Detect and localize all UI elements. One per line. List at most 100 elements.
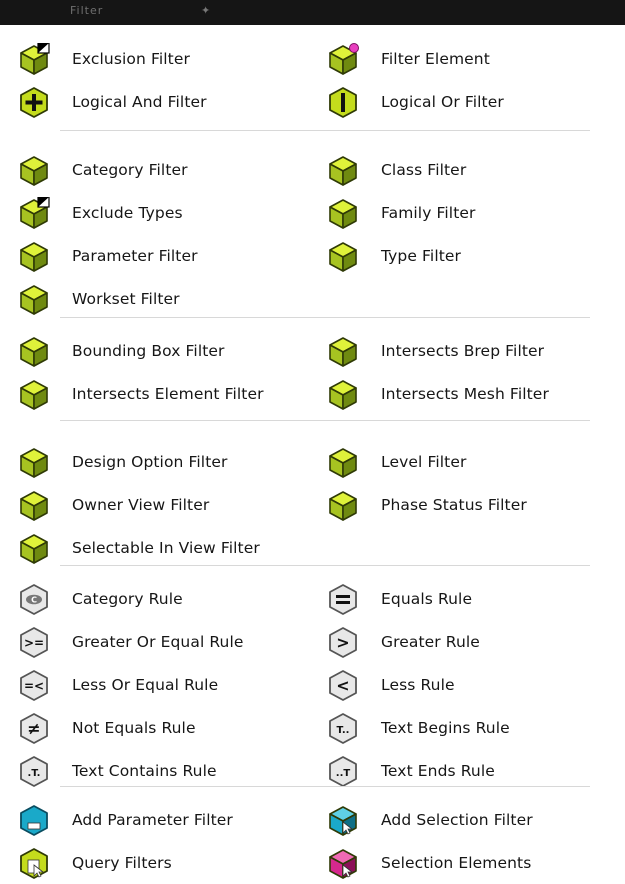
cube-icon (326, 154, 360, 186)
component-label: Workset Filter (72, 290, 180, 308)
component-label: Class Filter (381, 161, 467, 179)
component-label: Owner View Filter (72, 496, 210, 514)
component-query-filters[interactable]: Query Filters (17, 846, 317, 880)
component-filter-element[interactable]: Filter Element (326, 42, 625, 76)
component-label: Category Filter (72, 161, 188, 179)
component-label: Query Filters (72, 854, 172, 872)
component-parameter-filter[interactable]: Parameter Filter (17, 239, 317, 273)
component-add-parameter-filter[interactable]: Add Parameter Filter (17, 803, 317, 837)
svg-text:>: > (336, 633, 349, 652)
component-less-or-equal-rule[interactable]: =< Less Or Equal Rule (17, 668, 317, 702)
svg-text:T..: T.. (337, 725, 350, 736)
text-ends-hex-icon: ..T (326, 755, 360, 787)
not-equal-hex-icon: ≠ (17, 712, 51, 744)
component-label: Exclusion Filter (72, 50, 190, 68)
plus-hex-icon (17, 86, 51, 118)
component-logical-and-filter[interactable]: Logical And Filter (17, 85, 317, 119)
component-bounding-box-filter[interactable]: Bounding Box Filter (17, 334, 317, 368)
component-label: Selection Elements (381, 854, 532, 872)
component-label: Parameter Filter (72, 247, 198, 265)
cube-icon (17, 446, 51, 478)
component-label: Phase Status Filter (381, 496, 527, 514)
component-label: Intersects Brep Filter (381, 342, 545, 360)
greater-equal-hex-icon: >= (17, 626, 51, 658)
cyan-hex-parameter-icon (17, 804, 51, 836)
cube-icon (326, 240, 360, 272)
component-label: Design Option Filter (72, 453, 228, 471)
group-separator (60, 565, 590, 566)
component-label: Filter Element (381, 50, 490, 68)
component-label: Logical And Filter (72, 93, 207, 111)
svg-text:.T.: .T. (28, 768, 41, 779)
component-phase-status-filter[interactable]: Phase Status Filter (326, 488, 625, 522)
svg-text:≠: ≠ (27, 719, 40, 738)
component-label: Intersects Element Filter (72, 385, 264, 403)
component-category-rule[interactable]: C Category Rule (17, 582, 317, 616)
component-greater-or-equal-rule[interactable]: >= Greater Or Equal Rule (17, 625, 317, 659)
component-family-filter[interactable]: Family Filter (326, 196, 625, 230)
component-class-filter[interactable]: Class Filter (326, 153, 625, 187)
component-owner-view-filter[interactable]: Owner View Filter (17, 488, 317, 522)
component-label: Family Filter (381, 204, 476, 222)
component-label: Less Or Equal Rule (72, 676, 219, 694)
component-text-begins-rule[interactable]: T.. Text Begins Rule (326, 711, 625, 745)
component-text-contains-rule[interactable]: .T. Text Contains Rule (17, 754, 317, 788)
component-exclude-types[interactable]: Exclude Types (17, 196, 317, 230)
component-label: Less Rule (381, 676, 455, 694)
component-less-rule[interactable]: < Less Rule (326, 668, 625, 702)
text-contains-hex-icon: .T. (17, 755, 51, 787)
component-selectable-in-view-filter[interactable]: Selectable In View Filter (17, 531, 317, 565)
cyan-cube-cursor-icon (326, 804, 360, 836)
cube-icon (326, 489, 360, 521)
less-hex-icon: < (326, 669, 360, 701)
pin-icon[interactable]: ✦ (201, 4, 210, 17)
cube-icon (17, 283, 51, 315)
component-label: Add Selection Filter (381, 811, 533, 829)
filter-component-panel: Exclusion Filter Logical And Filter Filter… (0, 25, 625, 884)
cube-icon (17, 335, 51, 367)
component-label: Text Ends Rule (381, 762, 495, 780)
component-design-option-filter[interactable]: Design Option Filter (17, 445, 317, 479)
cube-icon (326, 378, 360, 410)
component-exclusion-filter[interactable]: Exclusion Filter (17, 42, 317, 76)
component-label: Bounding Box Filter (72, 342, 225, 360)
component-label: Exclude Types (72, 204, 183, 222)
svg-text:>=: >= (24, 636, 44, 650)
component-label: Selectable In View Filter (72, 539, 260, 557)
bar-hex-icon (326, 86, 360, 118)
component-workset-filter[interactable]: Workset Filter (17, 282, 317, 316)
component-intersects-brep-filter[interactable]: Intersects Brep Filter (326, 334, 625, 368)
component-label: Category Rule (72, 590, 183, 608)
component-logical-or-filter[interactable]: Logical Or Filter (326, 85, 625, 119)
component-greater-rule[interactable]: > Greater Rule (326, 625, 625, 659)
cube-icon (17, 240, 51, 272)
yellow-hex-query-icon (17, 847, 51, 879)
component-label: Logical Or Filter (381, 93, 504, 111)
panel-title-bar: Filter ✦ (0, 0, 625, 25)
component-selection-elements[interactable]: Selection Elements (326, 846, 625, 880)
component-label: Text Contains Rule (72, 762, 217, 780)
component-label: Not Equals Rule (72, 719, 196, 737)
component-level-filter[interactable]: Level Filter (326, 445, 625, 479)
component-type-filter[interactable]: Type Filter (326, 239, 625, 273)
magenta-cube-cursor-icon (326, 847, 360, 879)
svg-text:..T: ..T (336, 768, 351, 779)
component-label: Greater Or Equal Rule (72, 633, 244, 651)
component-intersects-element-filter[interactable]: Intersects Element Filter (17, 377, 317, 411)
cube-corner-flag-icon (17, 42, 51, 75)
text-begins-hex-icon: T.. (326, 712, 360, 744)
equals-hex-icon (326, 583, 360, 615)
cube-icon (17, 154, 51, 186)
component-text-ends-rule[interactable]: ..T Text Ends Rule (326, 754, 625, 788)
cube-icon (326, 197, 360, 229)
component-not-equals-rule[interactable]: ≠ Not Equals Rule (17, 711, 317, 745)
component-label: Add Parameter Filter (72, 811, 233, 829)
cube-icon (17, 378, 51, 410)
component-label: Text Begins Rule (381, 719, 510, 737)
component-intersects-mesh-filter[interactable]: Intersects Mesh Filter (326, 377, 625, 411)
group-separator (60, 130, 590, 131)
component-equals-rule[interactable]: Equals Rule (326, 582, 625, 616)
component-category-filter[interactable]: Category Filter (17, 153, 317, 187)
component-add-selection-filter[interactable]: Add Selection Filter (326, 803, 625, 837)
component-label: Intersects Mesh Filter (381, 385, 549, 403)
